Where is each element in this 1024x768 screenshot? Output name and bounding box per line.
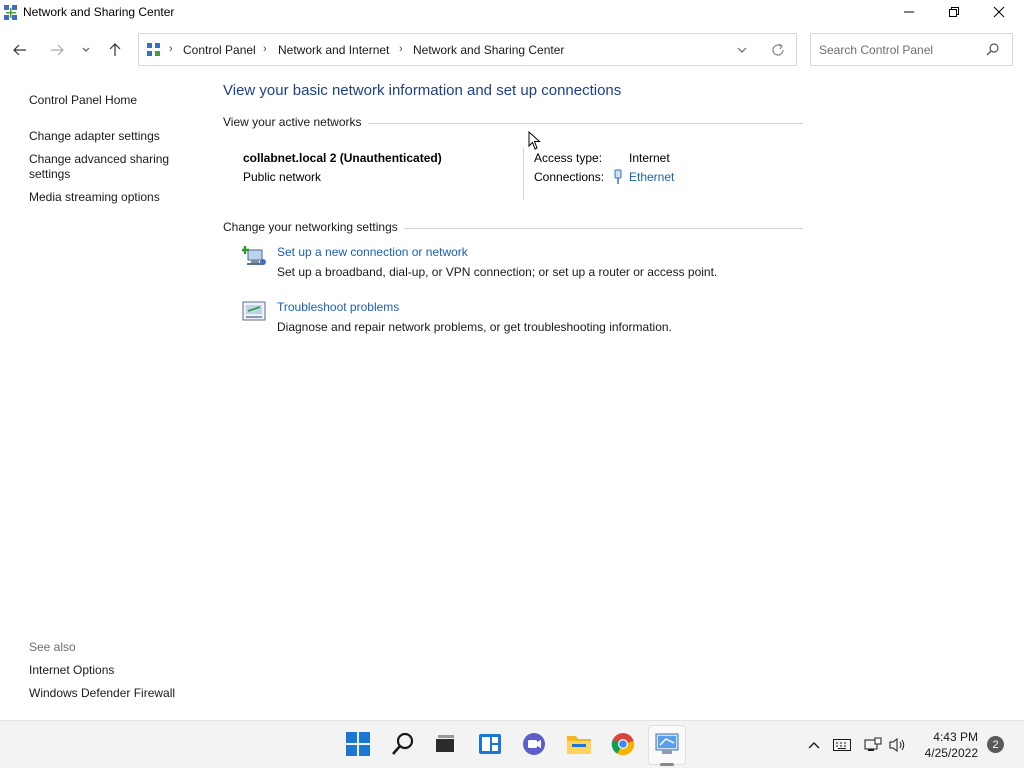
show-hidden-icons-button[interactable] [805,736,823,754]
keyboard-icon [833,739,851,751]
minimize-icon [904,11,914,13]
network-type-link[interactable]: Public network [243,170,321,184]
active-networks-section-title: View your active networks [223,115,368,129]
close-button[interactable] [976,0,1022,24]
taskbar: 4:43 PM 4/25/2022 2 [0,720,1024,768]
network-center-taskbar-button[interactable] [653,730,681,758]
network-sharing-center-icon [655,733,679,754]
title-bar: Network and Sharing Center [0,0,1024,28]
volume-tray-button[interactable] [889,736,907,754]
control-panel-home-link[interactable]: Control Panel Home [29,93,137,108]
address-history-dropdown-icon[interactable] [735,42,749,58]
chevron-up-icon [808,742,820,749]
chevron-down-icon [82,47,90,52]
task-view-icon [436,735,454,752]
up-button[interactable] [105,40,125,60]
breadcrumb-separator-icon: › [399,43,403,55]
troubleshoot-icon [242,301,266,321]
set-up-new-connection-link[interactable]: Set up a new connection or network [277,245,468,259]
start-button[interactable] [344,730,372,758]
breadcrumb-network-and-sharing-center[interactable]: Network and Sharing Center [413,43,564,57]
notification-badge[interactable]: 2 [987,736,1004,753]
navigation-bar: › Control Panel › Network and Internet ›… [0,32,1024,68]
file-explorer-button[interactable] [565,730,593,758]
chrome-button[interactable] [609,730,637,758]
widgets-icon [479,734,501,754]
restore-icon [949,7,959,17]
set-up-new-connection-description: Set up a broadband, dial-up, or VPN conn… [277,265,718,279]
network-name: collabnet.local 2 (Unauthenticated) [243,151,442,165]
troubleshoot-problems-description: Diagnose and repair network problems, or… [277,320,672,334]
teams-chat-icon [523,733,545,755]
new-connection-icon [242,246,266,265]
search-taskbar-button[interactable] [389,730,417,758]
speaker-icon [889,738,905,752]
network-tray-button[interactable] [864,736,882,754]
close-icon [993,6,1005,18]
back-button[interactable] [10,40,30,60]
folder-icon [567,736,591,754]
chat-button[interactable] [520,730,548,758]
recent-locations-button[interactable] [76,40,96,60]
back-arrow-icon [13,44,26,56]
minimize-button[interactable] [886,0,932,24]
search-icon[interactable] [985,42,1001,58]
search-input[interactable] [811,34,981,65]
mouse-pointer-icon [528,131,541,150]
widgets-button[interactable] [476,730,504,758]
media-streaming-options-link[interactable]: Media streaming options [29,190,160,205]
window-title: Network and Sharing Center [23,5,175,19]
breadcrumb-separator-icon: › [263,43,267,55]
see-also-label: See also [29,640,76,654]
networking-settings-section-title: Change your networking settings [223,220,404,234]
system-clock[interactable]: 4:43 PM 4/25/2022 [912,729,978,761]
breadcrumb-control-panel[interactable]: Control Panel [183,43,256,57]
ethernet-connection-link[interactable]: Ethernet [629,170,674,184]
forward-arrow-icon [51,44,64,56]
up-arrow-icon [109,43,121,56]
breadcrumb-network-and-internet[interactable]: Network and Internet [278,43,389,57]
forward-button[interactable] [47,40,67,60]
keyboard-tray-button[interactable] [833,736,851,754]
network-status-icon [864,737,882,751]
troubleshoot-problems-link[interactable]: Troubleshoot problems [277,300,399,314]
running-app-indicator [660,763,674,766]
refresh-icon[interactable] [770,42,786,58]
control-panel-icon [147,43,160,56]
network-info-divider [523,148,524,200]
breadcrumb-separator-icon: › [169,43,173,55]
search-box [810,33,1013,66]
windows-defender-firewall-link[interactable]: Windows Defender Firewall [29,686,175,701]
change-adapter-settings-link[interactable]: Change adapter settings [29,129,160,144]
internet-options-link[interactable]: Internet Options [29,663,114,678]
access-type-value: Internet [629,151,670,165]
clock-date: 4/25/2022 [924,746,978,760]
access-type-label: Access type: [534,151,603,165]
change-advanced-sharing-settings-link[interactable]: Change advanced sharing settings [29,152,179,182]
network-center-app-icon [4,5,17,20]
search-icon [392,732,414,755]
task-view-button[interactable] [431,730,459,758]
restore-button[interactable] [931,0,977,24]
ethernet-icon [614,169,622,184]
connections-label: Connections: [534,170,605,184]
clock-time: 4:43 PM [933,730,978,744]
windows-logo-icon [346,732,370,756]
address-bar[interactable]: › Control Panel › Network and Internet ›… [138,33,797,66]
page-title: View your basic network information and … [223,82,622,99]
chrome-icon [611,733,635,756]
